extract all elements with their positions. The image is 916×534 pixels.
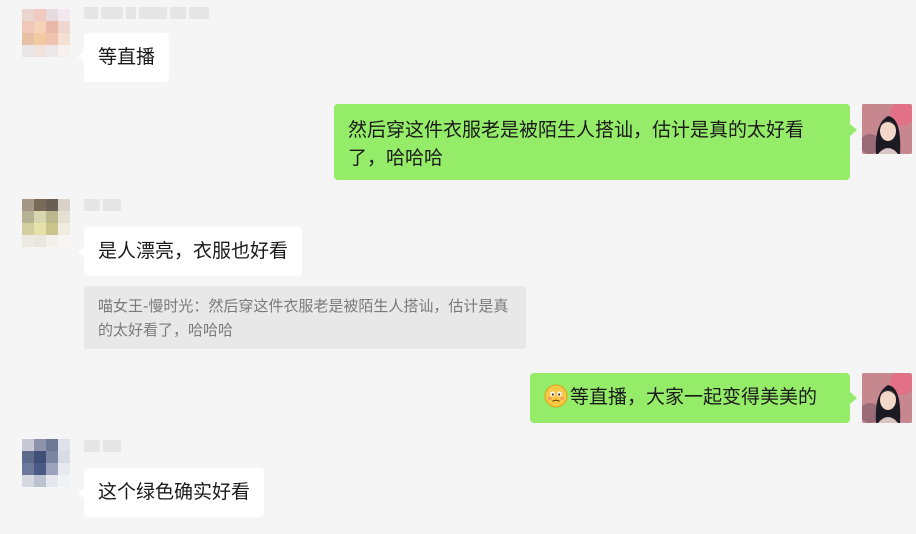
avatar-pixel: [22, 211, 34, 223]
message-text: 等直播: [98, 46, 156, 68]
avatar-pixel: [22, 463, 34, 475]
awkward-smile-emoji-icon: [544, 384, 568, 408]
avatar-pixel: [22, 439, 34, 451]
avatar[interactable]: [22, 439, 70, 487]
avatar-pixel: [34, 463, 46, 475]
avatar-pixel: [34, 33, 46, 45]
avatar-pixel: [46, 199, 58, 211]
avatar-pixel: [46, 451, 58, 463]
avatar-pixel: [34, 211, 46, 223]
avatar-pixel: [46, 475, 58, 487]
avatar-pixel: [58, 463, 70, 475]
avatar-pixel: [34, 21, 46, 33]
avatar-pixel: [58, 21, 70, 33]
avatar-pixel: [34, 223, 46, 235]
avatar-pixel: [58, 45, 70, 57]
avatar-pixel: [22, 33, 34, 45]
avatar-pixel: [46, 439, 58, 451]
quoted-message[interactable]: 喵女王-慢时光：然后穿这件衣服老是被陌生人搭讪，估计是真的太好看了，哈哈哈: [84, 286, 526, 349]
avatar-pixel: [46, 223, 58, 235]
avatar-pixel: [58, 475, 70, 487]
avatar-pixel: [22, 199, 34, 211]
self-avatar-image: [862, 373, 912, 423]
sender-name-blurred: [84, 440, 121, 452]
avatar-pixel: [58, 451, 70, 463]
message-bubble[interactable]: 这个绿色确实好看: [84, 468, 265, 517]
avatar-pixel: [58, 199, 70, 211]
avatar-pixel: [34, 451, 46, 463]
avatar-pixel: [34, 439, 46, 451]
avatar-pixel: [22, 475, 34, 487]
avatar-pixel: [22, 21, 34, 33]
avatar-pixel: [22, 451, 34, 463]
avatar-pixel: [46, 33, 58, 45]
message-bubble[interactable]: 是人漂亮，衣服也好看: [84, 227, 303, 276]
message-text: 这个绿色确实好看: [98, 481, 251, 503]
avatar-pixel: [46, 45, 58, 57]
message-text: 是人漂亮，衣服也好看: [98, 240, 289, 262]
avatar-pixel: [34, 9, 46, 21]
avatar-pixel: [46, 211, 58, 223]
avatar-pixel: [34, 475, 46, 487]
bubble-tail: [850, 124, 857, 136]
quoted-message-text: 喵女王-慢时光：然后穿这件衣服老是被陌生人搭讪，估计是真的太好看了，哈哈哈: [98, 297, 509, 339]
avatar-pixel: [22, 223, 34, 235]
avatar-pixel: [58, 9, 70, 21]
avatar[interactable]: [862, 373, 912, 423]
avatar-pixel: [34, 45, 46, 57]
avatar-pixel: [46, 235, 58, 247]
avatar[interactable]: [862, 104, 912, 154]
avatar-pixel: [58, 235, 70, 247]
avatar-pixel: [58, 223, 70, 235]
message-bubble[interactable]: 等直播，大家一起变得美美的: [530, 373, 850, 423]
avatar[interactable]: [22, 199, 70, 247]
avatar-pixel: [58, 439, 70, 451]
message-text: 然后穿这件衣服老是被陌生人搭讪，估计是真的太好看了，哈哈哈: [348, 119, 805, 169]
bubble-tail: [850, 392, 857, 404]
avatar-pixel: [58, 211, 70, 223]
avatar-pixel: [46, 9, 58, 21]
message-bubble[interactable]: 然后穿这件衣服老是被陌生人搭讪，估计是真的太好看了，哈哈哈: [334, 104, 850, 180]
avatar-pixel: [46, 463, 58, 475]
avatar-pixel: [22, 45, 34, 57]
avatar-pixel: [22, 235, 34, 247]
avatar-pixel: [58, 33, 70, 45]
avatar-pixel: [46, 21, 58, 33]
avatar-pixel: [22, 9, 34, 21]
avatar[interactable]: [22, 9, 70, 57]
message-text: 等直播，大家一起变得美美的: [570, 386, 818, 408]
self-avatar-image: [862, 104, 912, 154]
avatar-pixel: [34, 235, 46, 247]
avatar-pixel: [34, 199, 46, 211]
sender-name-blurred: [84, 199, 121, 211]
sender-name-blurred: [84, 7, 209, 19]
message-bubble[interactable]: 等直播: [84, 33, 170, 82]
